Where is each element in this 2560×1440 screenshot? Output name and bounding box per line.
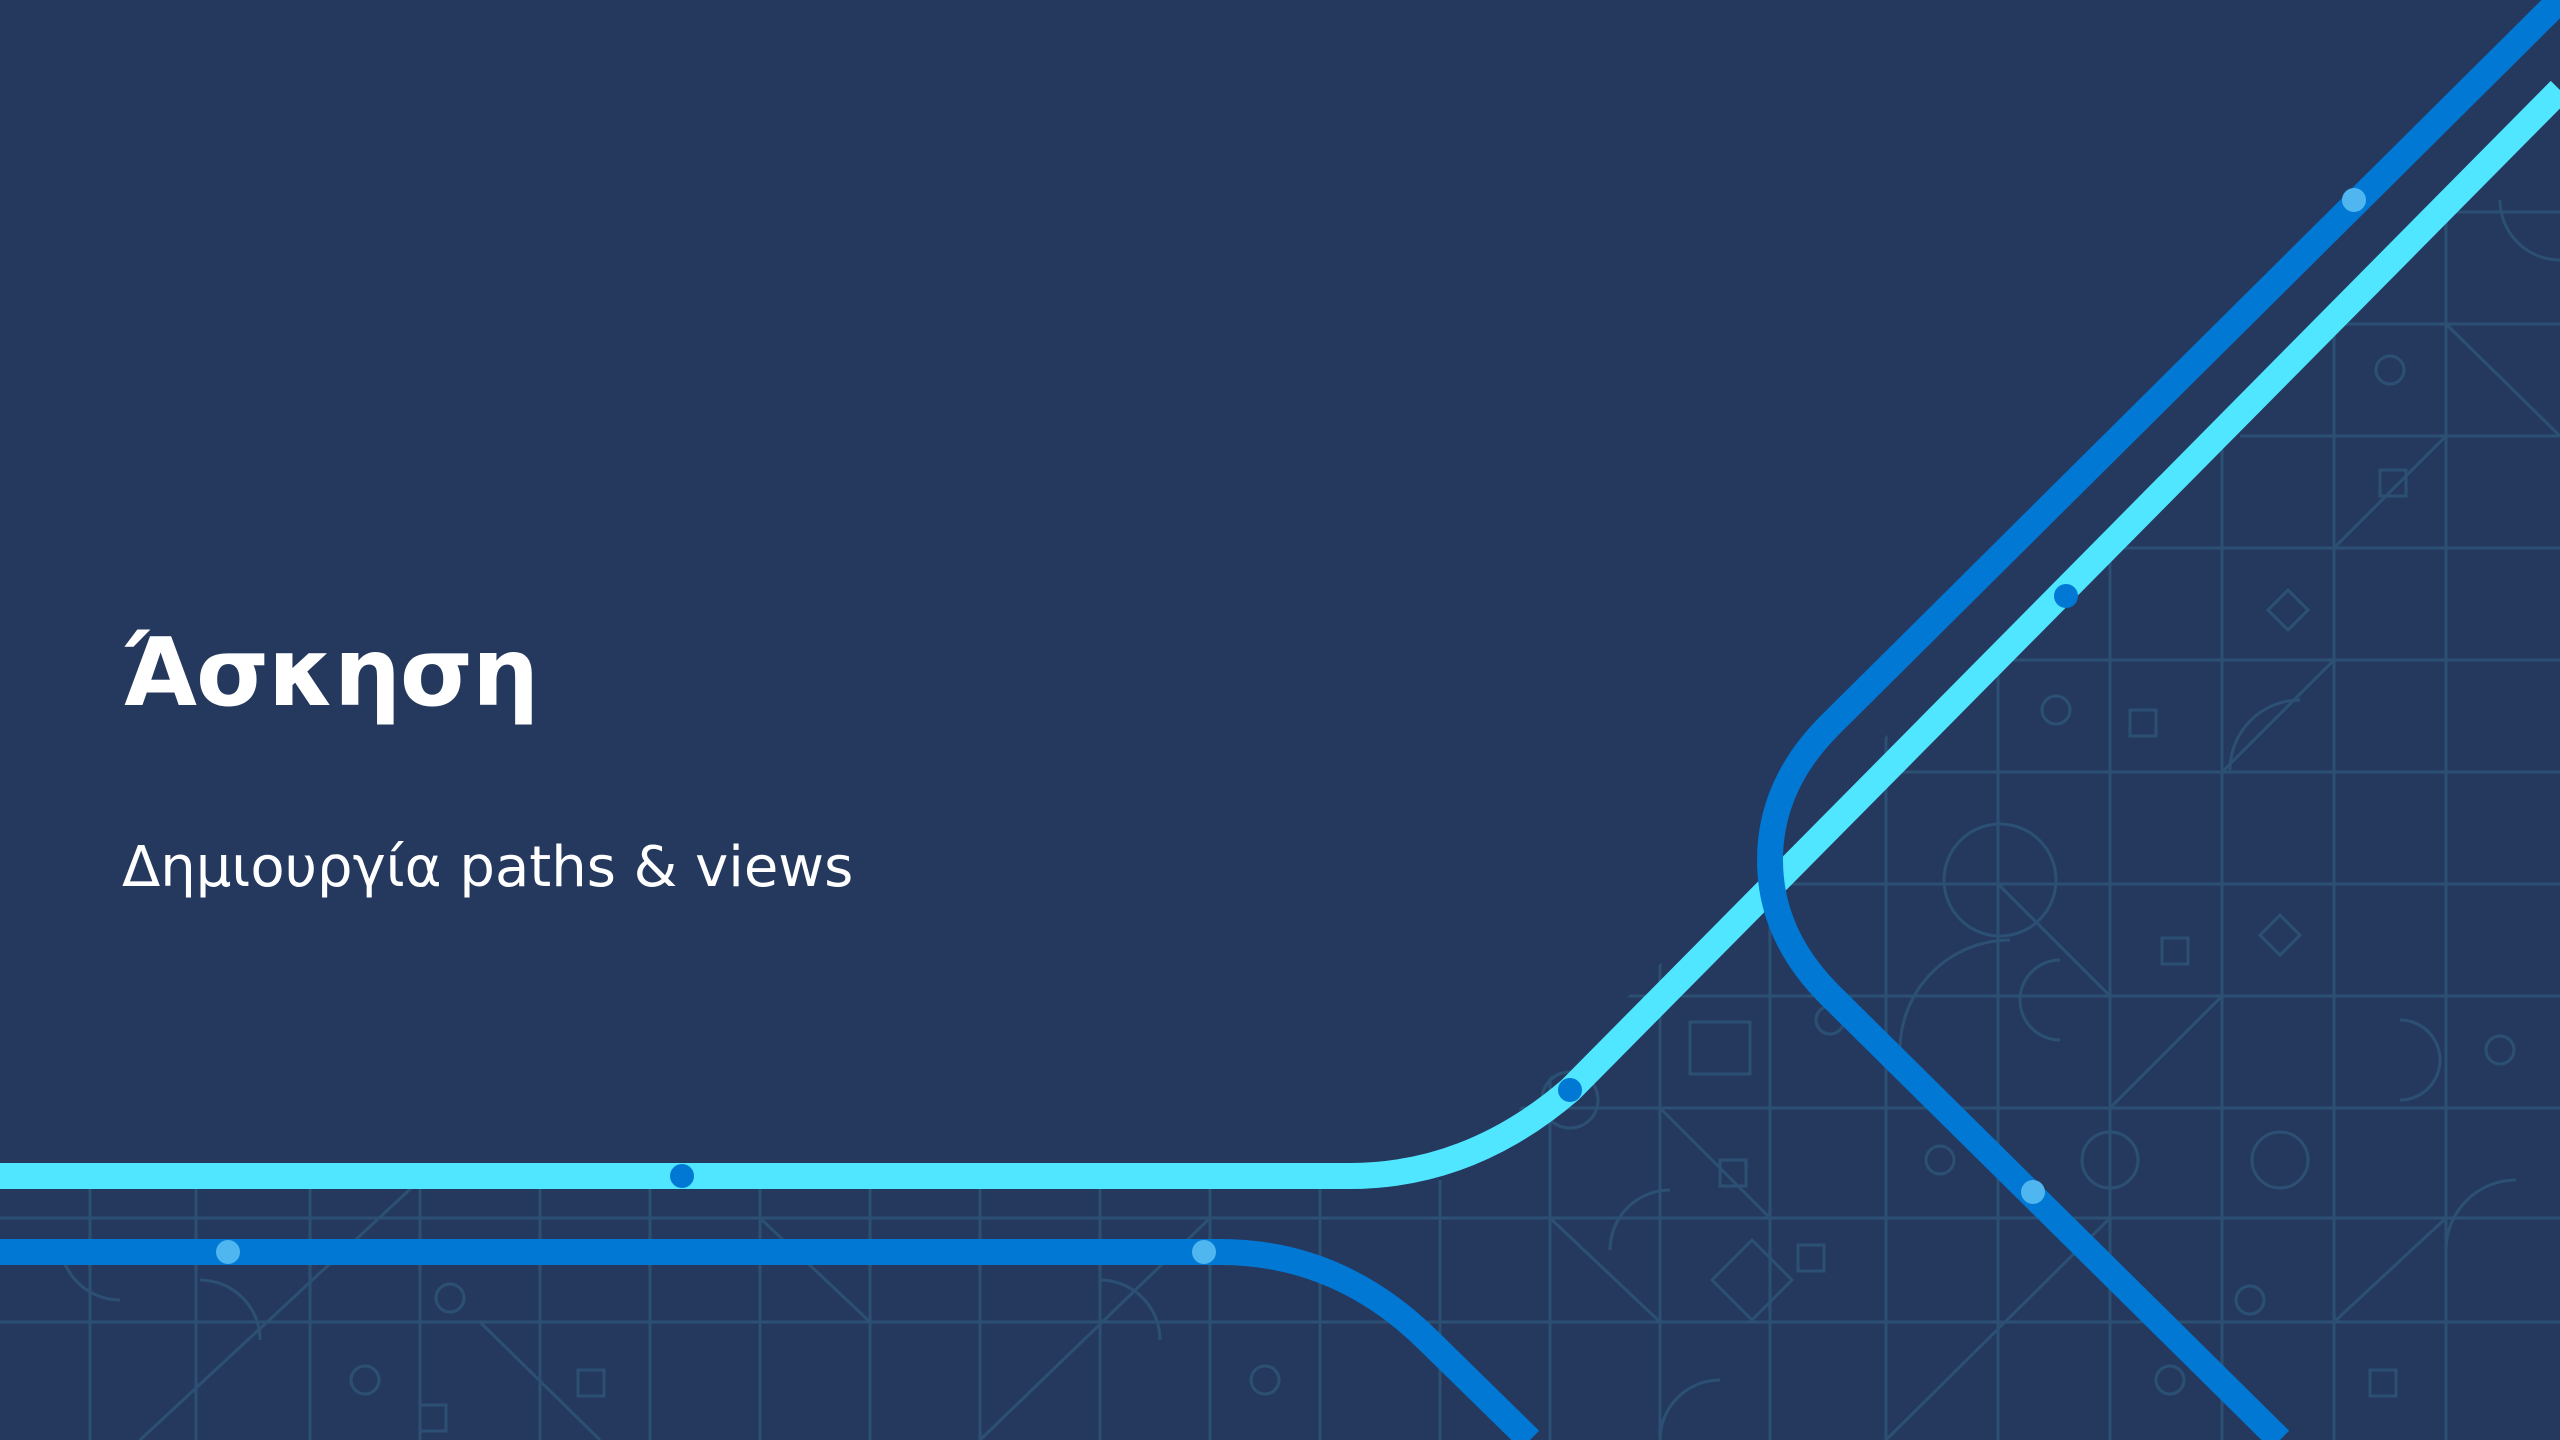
blue-line-bottom — [0, 1239, 1540, 1440]
line-dot — [2342, 188, 2366, 212]
slide-title: Άσκηση — [122, 619, 539, 728]
line-dot — [216, 1240, 240, 1264]
line-dot — [670, 1164, 694, 1188]
line-dot — [2054, 584, 2078, 608]
line-dot — [1558, 1078, 1582, 1102]
slide-subtitle: Δημιουργία paths & views — [122, 835, 854, 900]
line-dot — [2021, 1180, 2045, 1204]
title-slide: Άσκηση Δημιουργία paths & views — [0, 0, 2560, 1440]
line-dot — [1192, 1240, 1216, 1264]
